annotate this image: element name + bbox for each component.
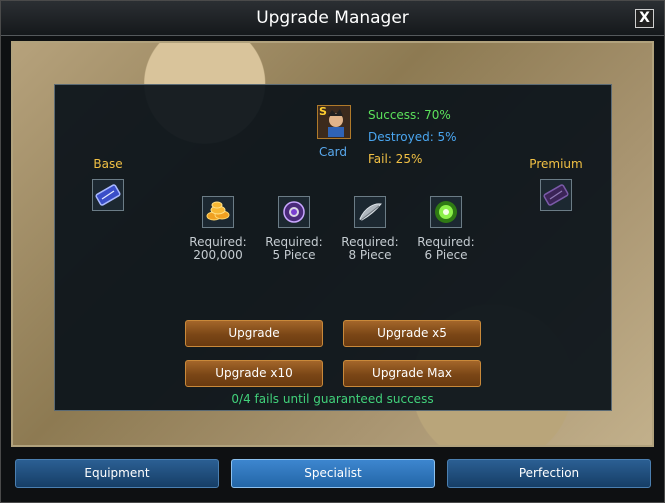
card-rank-badge: S — [319, 105, 327, 118]
purple-orb-icon — [283, 201, 305, 223]
orb-required-value: 5 Piece — [272, 248, 316, 262]
feather-required-value: 8 Piece — [348, 248, 392, 262]
close-button[interactable]: X — [635, 9, 654, 28]
upgrade-panel: Base Premium S Card Success: 70% Destroy… — [54, 84, 612, 411]
premium-specialist-icon — [543, 184, 569, 206]
gold-requirement-slot — [202, 196, 234, 228]
tab-equipment[interactable]: Equipment — [15, 459, 219, 488]
base-item-slot[interactable] — [92, 179, 124, 211]
upgrade-button[interactable]: Upgrade — [185, 320, 323, 347]
tab-perfection[interactable]: Perfection — [447, 459, 651, 488]
premium-label: Premium — [529, 157, 583, 171]
card-slot[interactable]: S — [317, 105, 351, 139]
feather-requirement-text: Required: 8 Piece — [335, 236, 405, 262]
glow-requirement-slot — [430, 196, 462, 228]
premium-item-slot[interactable] — [540, 179, 572, 211]
destroyed-rate: Destroyed: 5% — [368, 130, 457, 144]
close-icon: X — [639, 10, 650, 26]
base-specialist-icon — [95, 184, 121, 206]
guarantee-progress-text: 0/4 fails until guaranteed success — [231, 392, 434, 406]
tab-specialist[interactable]: Specialist — [231, 459, 435, 488]
green-glow-icon — [435, 201, 457, 223]
card-label: Card — [318, 145, 348, 159]
gold-requirement-text: Required: 200,000 — [183, 236, 253, 262]
upgrade-x10-button[interactable]: Upgrade x10 — [185, 360, 323, 387]
feather-requirement-slot — [354, 196, 386, 228]
feather-icon — [359, 203, 382, 221]
gold-required-value: 200,000 — [193, 248, 243, 262]
upgrade-manager-window: Upgrade Manager X Base Premium S Card Su… — [0, 0, 665, 503]
success-rate: Success: 70% — [368, 108, 451, 122]
title-bar[interactable]: Upgrade Manager X — [1, 1, 664, 36]
orb-requirement-text: Required: 5 Piece — [259, 236, 329, 262]
window-title: Upgrade Manager — [256, 8, 409, 28]
gold-coins-icon — [206, 201, 230, 221]
glow-required-value: 6 Piece — [424, 248, 468, 262]
fail-rate: Fail: 25% — [368, 152, 423, 166]
upgrade-x5-button[interactable]: Upgrade x5 — [343, 320, 481, 347]
upgrade-max-button[interactable]: Upgrade Max — [343, 360, 481, 387]
glow-requirement-text: Required: 6 Piece — [411, 236, 481, 262]
orb-requirement-slot — [278, 196, 310, 228]
base-label: Base — [93, 157, 123, 171]
